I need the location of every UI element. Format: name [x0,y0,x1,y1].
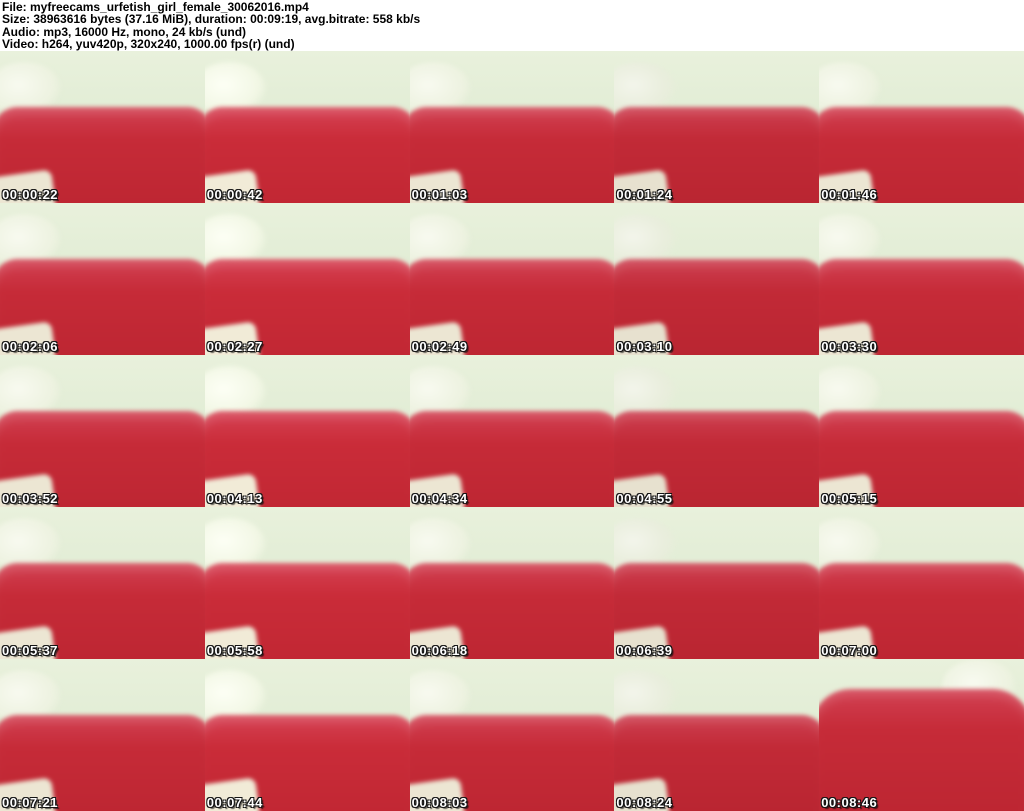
thumbnail-placeholder-image [614,659,820,811]
video-thumbnail: 00:04:34 [409,355,615,507]
timestamp-overlay: 00:04:55 [616,491,673,506]
timestamp-overlay: 00:06:18 [411,643,468,658]
timestamp-overlay: 00:05:37 [2,643,59,658]
timestamp-overlay: 00:01:46 [821,187,878,202]
timestamp-overlay: 00:00:22 [2,187,59,202]
timestamp-overlay: 00:05:15 [821,491,878,506]
video-thumbnail: 00:03:30 [819,203,1024,355]
thumbnail-placeholder-image [409,659,615,811]
video-thumbnail: 00:07:44 [204,659,410,811]
timestamp-overlay: 00:00:42 [206,187,263,202]
metadata-header: File: myfreecams_urfetish_girl_female_30… [0,0,1024,51]
thumbnail-placeholder-image [0,355,205,507]
video-thumbnail: 00:08:24 [614,659,820,811]
timestamp-overlay: 00:03:52 [2,491,59,506]
video-thumbnail: 00:06:18 [409,507,615,659]
timestamp-overlay: 00:08:03 [411,795,468,810]
timestamp-overlay: 00:08:24 [616,795,673,810]
timestamp-overlay: 00:06:39 [616,643,673,658]
thumbnail-placeholder-image [204,355,410,507]
timestamp-overlay: 00:04:13 [206,491,263,506]
couch-shape [819,689,1024,811]
thumbnail-placeholder-image [0,659,205,811]
timestamp-overlay: 00:02:49 [411,339,468,354]
video-thumbnail: 00:00:22 [0,51,205,203]
timestamp-overlay: 00:04:34 [411,491,468,506]
timestamp-overlay: 00:07:21 [2,795,59,810]
video-thumbnail: 00:05:58 [204,507,410,659]
timestamp-overlay: 00:05:58 [206,643,263,658]
thumbnail-placeholder-image [409,507,615,659]
thumbnail-placeholder-image [819,355,1024,507]
thumbnail-placeholder-image [0,507,205,659]
video-thumbnail: 00:06:39 [614,507,820,659]
video-thumbnail: 00:02:06 [0,203,205,355]
thumbnail-placeholder-image [409,203,615,355]
video-info-line: Video: h264, yuv420p, 320x240, 1000.00 f… [2,37,295,52]
thumbnail-placeholder-image [204,203,410,355]
file-size-line: Size: 38963616 bytes (37.16 MiB), durati… [2,12,421,27]
thumbnail-placeholder-image [819,51,1024,203]
video-thumbnail: 00:01:03 [409,51,615,203]
thumbnail-placeholder-image [614,203,820,355]
video-thumbnail: 00:05:15 [819,355,1024,507]
video-thumbnail: 00:02:49 [409,203,615,355]
thumbnail-placeholder-image [614,355,820,507]
video-thumbnail: 00:01:46 [819,51,1024,203]
video-thumbnail: 00:07:21 [0,659,205,811]
video-thumbnail: 00:07:00 [819,507,1024,659]
thumbnail-placeholder-image [204,507,410,659]
thumbnail-placeholder-image [614,51,820,203]
video-thumbnail: 00:02:27 [204,203,410,355]
timestamp-overlay: 00:02:27 [206,339,263,354]
thumbnail-placeholder-image [0,51,205,203]
video-thumbnail: 00:05:37 [0,507,205,659]
video-thumbnail: 00:08:03 [409,659,615,811]
video-thumbnail: 00:08:46 [819,659,1024,811]
timestamp-overlay: 00:01:24 [616,187,673,202]
timestamp-overlay: 00:08:46 [821,795,878,810]
video-thumbnail: 00:03:52 [0,355,205,507]
video-thumbnail: 00:01:24 [614,51,820,203]
video-thumbnail: 00:04:13 [204,355,410,507]
timestamp-overlay: 00:02:06 [2,339,59,354]
thumbnail-grid: 00:00:22 00:00:42 00:01:03 00:01:24 00:0… [0,51,1024,811]
video-thumbnail: 00:03:10 [614,203,820,355]
timestamp-overlay: 00:03:30 [821,339,878,354]
timestamp-overlay: 00:03:10 [616,339,673,354]
video-thumbnail: 00:00:42 [204,51,410,203]
thumbnail-placeholder-image [819,659,1024,811]
thumbnail-placeholder-image [819,203,1024,355]
thumbnail-placeholder-image [819,507,1024,659]
video-thumbnail: 00:04:55 [614,355,820,507]
thumbnail-placeholder-image [614,507,820,659]
thumbnail-placeholder-image [409,355,615,507]
thumbnail-placeholder-image [0,203,205,355]
thumbnail-placeholder-image [409,51,615,203]
timestamp-overlay: 00:07:00 [821,643,878,658]
thumbnail-placeholder-image [204,51,410,203]
timestamp-overlay: 00:01:03 [411,187,468,202]
thumbnail-placeholder-image [204,659,410,811]
timestamp-overlay: 00:07:44 [206,795,263,810]
